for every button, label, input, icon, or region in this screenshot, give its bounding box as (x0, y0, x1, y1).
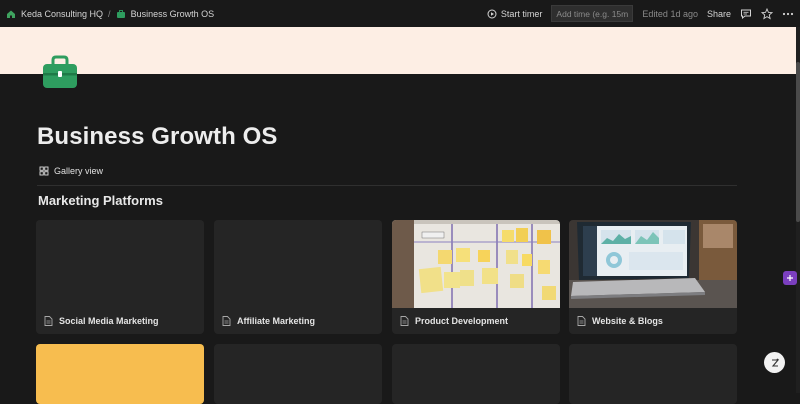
gallery-card[interactable] (36, 344, 204, 404)
gallery-card[interactable] (214, 344, 382, 404)
document-icon (400, 316, 409, 326)
page-cover (0, 27, 796, 74)
card-cover (36, 220, 204, 308)
document-icon (44, 316, 53, 326)
card-cover (214, 220, 382, 308)
gallery-card[interactable]: Product Development (392, 220, 560, 334)
add-time-input[interactable] (551, 5, 634, 22)
card-title: Social Media Marketing (59, 316, 159, 326)
edited-status: Edited 1d ago (642, 8, 698, 19)
comment-button[interactable] (740, 8, 752, 20)
document-icon (222, 316, 231, 326)
page-title: Business Growth OS (37, 123, 278, 150)
view-divider (37, 185, 737, 186)
breadcrumb-separator: / (108, 8, 111, 19)
share-button[interactable]: Share (707, 9, 731, 19)
star-icon (761, 7, 773, 19)
comment-icon (741, 9, 751, 19)
workspace-label: Keda Consulting HQ (21, 8, 104, 19)
gallery-card[interactable] (569, 344, 737, 404)
breadcrumb-page[interactable]: Business Growth OS (116, 8, 215, 19)
more-options-button[interactable] (782, 8, 794, 20)
top-bar: Keda Consulting HQ / Business Growth OS … (0, 0, 800, 27)
scrollbar[interactable] (796, 27, 800, 393)
gallery-view-tab[interactable]: Gallery view (39, 166, 103, 176)
briefcase-icon (116, 9, 125, 18)
more-horizontal-icon (782, 12, 794, 15)
home-icon (7, 10, 15, 18)
section-title: Marketing Platforms (38, 193, 163, 208)
gallery-card[interactable]: Affiliate Marketing (214, 220, 382, 334)
scrollbar-thumb[interactable] (796, 62, 800, 222)
breadcrumb-workspace[interactable]: Keda Consulting HQ (6, 9, 103, 19)
side-panel-tab[interactable] (783, 271, 797, 285)
gallery-card[interactable] (392, 344, 560, 404)
favorite-button[interactable] (761, 7, 773, 20)
plus-icon (787, 275, 793, 281)
start-timer-label: Start timer (500, 8, 543, 19)
gallery-card[interactable]: Social Media Marketing (36, 220, 204, 334)
play-circle-icon (487, 9, 497, 18)
document-icon (577, 316, 586, 326)
gallery-card[interactable]: Website & Blogs (569, 220, 737, 334)
start-timer-button[interactable]: Start timer (487, 8, 543, 19)
card-title: Product Development (415, 316, 509, 326)
card-title: Affiliate Marketing (237, 316, 316, 326)
laptop-photo-cover (569, 220, 737, 308)
grid-icon (39, 166, 49, 176)
card-title: Website & Blogs (592, 316, 663, 326)
page-crumb-label: Business Growth OS (130, 8, 215, 19)
breadcrumb: Keda Consulting HQ / Business Growth OS (6, 9, 214, 19)
gallery-view-label: Gallery view (54, 166, 104, 176)
whiteboard-photo-cover (392, 220, 560, 308)
briefcase-icon[interactable] (41, 55, 79, 90)
help-icon (771, 358, 779, 367)
help-button[interactable] (764, 352, 785, 373)
